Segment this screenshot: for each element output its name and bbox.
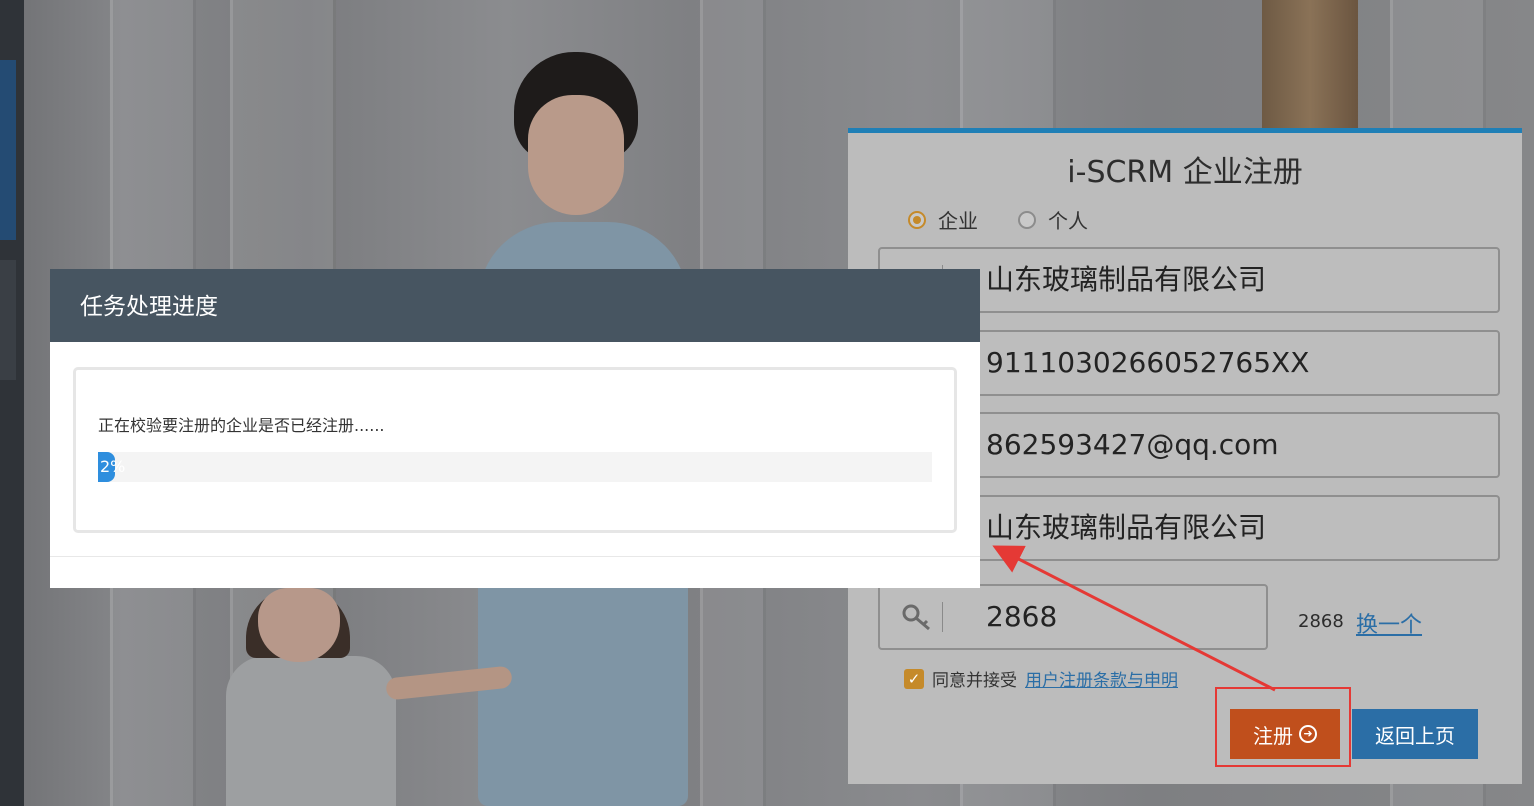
dialog-footer-divider bbox=[50, 556, 980, 557]
progress-bar: 2% bbox=[98, 452, 932, 482]
account-type-group: 企业 个人 bbox=[908, 205, 1088, 234]
dialog-body: 正在校验要注册的企业是否已经注册...... 2% bbox=[73, 367, 957, 533]
captcha-input[interactable]: 2868 bbox=[878, 584, 1268, 650]
person-girl-dress bbox=[226, 656, 396, 806]
registration-title: i-SCRM 企业注册 bbox=[1067, 155, 1303, 190]
background-shelf bbox=[0, 0, 24, 806]
radio-enterprise[interactable]: 企业 bbox=[908, 205, 978, 234]
company-name-value: 山东玻璃制品有限公司 bbox=[986, 263, 1267, 296]
agreement-row: ✓ 同意并接受 用户注册条款与申明 bbox=[904, 666, 1178, 691]
radio-selected-icon[interactable] bbox=[908, 210, 926, 229]
captcha-refresh-link[interactable]: 换一个 bbox=[1356, 607, 1422, 639]
task-message: 正在校验要注册的企业是否已经注册...... bbox=[98, 416, 385, 435]
radio-personal-label: 个人 bbox=[1048, 209, 1088, 233]
captcha-code: 2868 bbox=[1298, 611, 1344, 632]
contact-value: 山东玻璃制品有限公司 bbox=[986, 511, 1267, 544]
field-separator bbox=[942, 602, 943, 632]
terms-link[interactable]: 用户注册条款与申明 bbox=[1025, 666, 1178, 691]
annotation-highlight-box bbox=[1215, 687, 1351, 767]
key-icon bbox=[902, 604, 930, 631]
email-value: 862593427@qq.com bbox=[986, 428, 1279, 461]
radio-enterprise-label: 企业 bbox=[938, 209, 978, 233]
progress-bar-fill: 2% bbox=[98, 452, 125, 482]
background-beam bbox=[1262, 0, 1358, 140]
radio-unselected-icon[interactable] bbox=[1018, 210, 1036, 229]
back-button[interactable]: 返回上页 bbox=[1352, 709, 1478, 759]
captcha-value: 2868 bbox=[986, 600, 1058, 633]
progress-label: 2% bbox=[100, 457, 126, 476]
person-woman-face bbox=[528, 95, 624, 215]
dialog-title: 任务处理进度 bbox=[50, 269, 980, 342]
radio-personal[interactable]: 个人 bbox=[1018, 205, 1088, 234]
agreement-checkbox[interactable]: ✓ bbox=[904, 668, 924, 689]
agreement-text: 同意并接受 bbox=[932, 671, 1017, 691]
task-progress-dialog: 任务处理进度 正在校验要注册的企业是否已经注册...... 2% bbox=[50, 269, 980, 588]
credit-code-value: 9111030266052765XX bbox=[986, 346, 1310, 379]
